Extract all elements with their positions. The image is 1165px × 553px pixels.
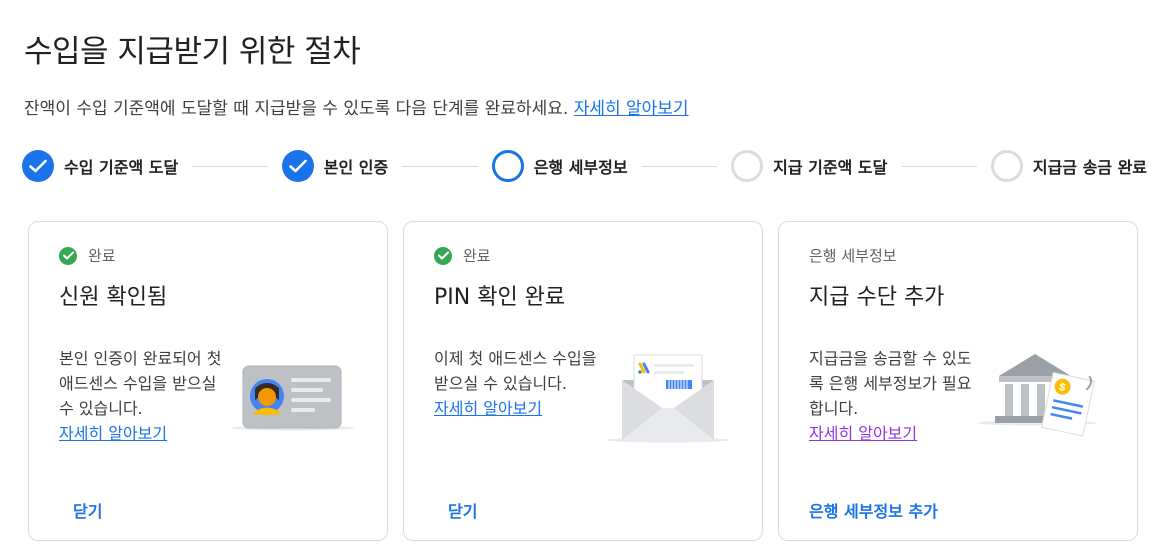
card-description: 본인 인증이 완료되어 첫 애드센스 수입을 받으실 수 있습니다. 자세히 알… xyxy=(59,346,224,446)
step-complete-check-icon xyxy=(22,150,54,182)
step-connector xyxy=(192,165,268,167)
step-connector xyxy=(402,165,478,167)
step-payment-threshold: 지급 기준액 도달 xyxy=(731,150,887,182)
page-title: 수입을 지급받기 위한 절차 xyxy=(24,34,361,70)
success-check-icon xyxy=(434,246,452,265)
card-learn-more-link[interactable]: 자세히 알아보기 xyxy=(809,424,917,443)
card-title: PIN 확인 완료 xyxy=(434,285,566,310)
card-status: 완료 xyxy=(59,245,116,266)
bank-details-card: 은행 세부정보 지급 수단 추가 지급금을 송금할 수 있도록 은행 세부정보가… xyxy=(778,221,1138,541)
card-title: 지급 수단 추가 xyxy=(809,285,945,310)
step-label: 은행 세부정보 xyxy=(533,158,628,177)
dismiss-button[interactable]: 닫기 xyxy=(434,494,491,526)
step-current-circle-icon xyxy=(491,150,524,182)
card-learn-more-link[interactable]: 자세히 알아보기 xyxy=(434,399,542,418)
card-description-text: 본인 인증이 완료되어 첫 애드센스 수입을 받으실 수 있습니다. xyxy=(59,349,222,418)
step-label: 수입 기준액 도달 xyxy=(64,158,179,177)
step-pending-circle-icon xyxy=(731,150,764,182)
envelope-icon xyxy=(606,354,730,443)
page-subtitle: 잔액이 수입 기준액에 도달할 때 지급받을 수 있도록 다음 단계를 완료하세… xyxy=(24,94,689,119)
step-connector xyxy=(901,165,977,167)
card-description: 이제 첫 애드센스 수입을 받으실 수 있습니다. 자세히 알아보기 xyxy=(434,346,599,421)
dismiss-button[interactable]: 닫기 xyxy=(59,494,116,526)
pin-verified-card: 완료 PIN 확인 완료 이제 첫 애드센스 수입을 받으실 수 있습니다. 자… xyxy=(403,221,763,541)
id-card-icon xyxy=(231,365,355,431)
learn-more-link[interactable]: 자세히 알아보기 xyxy=(574,99,689,119)
step-connector xyxy=(641,165,718,167)
card-learn-more-link[interactable]: 자세히 알아보기 xyxy=(59,424,167,443)
card-description-text: 지급금을 송금할 수 있도록 은행 세부정보가 필요합니다. xyxy=(809,349,972,418)
card-status: 완료 xyxy=(434,245,491,266)
card-description: 지급금을 송금할 수 있도록 은행 세부정보가 필요합니다. 자세히 알아보기 xyxy=(809,346,974,446)
step-label: 지급 기준액 도달 xyxy=(773,158,888,177)
card-title: 신원 확인됨 xyxy=(59,285,168,310)
step-bank-details: 은행 세부정보 xyxy=(491,150,628,182)
progress-stepper: 수입 기준액 도달 본인 인증 은행 세부정보 지급 기준액 도달 지급금 송금… xyxy=(22,148,1147,184)
card-status: 은행 세부정보 xyxy=(809,245,897,266)
card-status-label: 완료 xyxy=(463,247,491,265)
add-bank-details-button[interactable]: 은행 세부정보 추가 xyxy=(809,494,938,526)
step-label: 본인 인증 xyxy=(323,158,389,177)
step-pending-circle-icon xyxy=(990,150,1023,182)
identity-verified-card: 완료 신원 확인됨 본인 인증이 완료되어 첫 애드센스 수입을 받으실 수 있… xyxy=(28,221,388,541)
step-complete-check-icon xyxy=(281,150,314,182)
step-identity-verification: 본인 인증 xyxy=(281,150,389,182)
card-status-label: 완료 xyxy=(88,247,116,265)
subtitle-text: 잔액이 수입 기준액에 도달할 때 지급받을 수 있도록 다음 단계를 완료하세… xyxy=(24,99,569,119)
bank-icon: $ xyxy=(977,354,1097,437)
step-earnings-threshold: 수입 기준액 도달 xyxy=(22,150,178,182)
step-payment-sent: 지급금 송금 완료 xyxy=(990,150,1148,182)
success-check-icon xyxy=(59,246,77,265)
card-description-text: 이제 첫 애드센스 수입을 받으실 수 있습니다. xyxy=(434,349,597,393)
card-status-label: 은행 세부정보 xyxy=(809,247,897,265)
step-label: 지급금 송금 완료 xyxy=(1032,158,1148,177)
